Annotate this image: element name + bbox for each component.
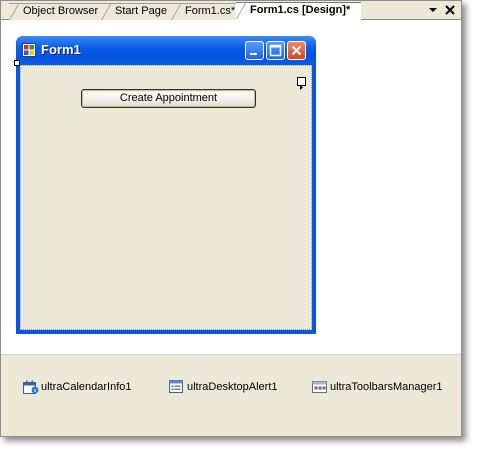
form-client-area[interactable]: Create Appointment	[20, 65, 312, 330]
tab-start-page[interactable]: Start Page	[101, 3, 175, 20]
tray-item-label: ultraDesktopAlert1	[187, 381, 278, 393]
smart-tag-glyph[interactable]	[297, 77, 306, 90]
document-tab-strip: Object Browser Start Page Form1.cs* Form…	[1, 1, 461, 20]
tray-item-toolbars-manager[interactable]: ultraToolbarsManager1	[312, 379, 443, 395]
create-appointment-button[interactable]: Create Appointment	[81, 89, 256, 108]
tab-label: Start Page	[115, 5, 167, 17]
minimize-button[interactable]	[245, 41, 264, 60]
tray-item-desktop-alert[interactable]: ultraDesktopAlert1	[169, 379, 278, 395]
close-button[interactable]	[287, 41, 306, 60]
close-icon	[291, 45, 302, 56]
close-icon[interactable]	[442, 2, 458, 18]
designer-window: Object Browser Start Page Form1.cs* Form…	[0, 0, 462, 437]
form-title: Form1	[41, 42, 81, 57]
minimize-icon	[250, 53, 257, 55]
maximize-icon	[269, 44, 282, 57]
tray-item-calendar-info[interactable]: ultraCalendarInfo1	[23, 379, 132, 395]
tab-label: Form1.cs*	[185, 5, 236, 17]
dropdown-arrow-icon[interactable]	[425, 2, 441, 18]
toolbars-manager-icon	[312, 381, 327, 394]
tray-item-label: ultraToolbarsManager1	[330, 381, 443, 393]
tab-object-browser[interactable]: Object Browser	[9, 3, 105, 20]
component-tray: ultraCalendarInfo1 ultraDesktopAlert1 ul…	[1, 354, 461, 436]
tray-item-label: ultraCalendarInfo1	[41, 381, 132, 393]
form-title-bar[interactable]: Form1	[16, 36, 316, 65]
tab-label: Object Browser	[23, 5, 99, 17]
tab-form1-cs[interactable]: Form1.cs*	[171, 3, 241, 20]
desktop-alert-icon	[169, 380, 183, 394]
calendar-info-icon	[23, 380, 39, 395]
form-icon	[22, 43, 36, 57]
form-window[interactable]: Form1 Create Appointment	[16, 36, 316, 334]
tab-label: Form1.cs [Design]*	[250, 4, 351, 16]
design-surface: Form1 Create Appointment	[1, 20, 461, 354]
selection-handle[interactable]	[14, 60, 20, 66]
tab-form1-design[interactable]: Form1.cs [Design]*	[236, 2, 361, 20]
maximize-button[interactable]	[266, 41, 285, 60]
